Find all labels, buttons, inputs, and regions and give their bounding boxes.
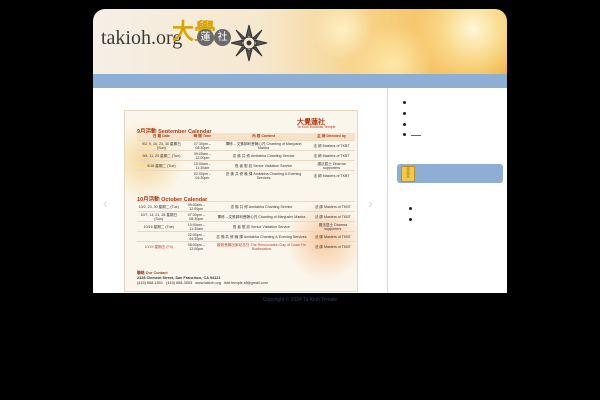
contact-phone: (415) 668-1801 <box>137 281 163 285</box>
date-cell: 9/18 星期二 (Tue) <box>137 160 186 171</box>
content-cell: 長 者 慰 訪 Senior Visitation Service <box>219 160 309 171</box>
table-row: 10/16 星期二 (Tue) 10:00am – 11:30am 長 者 慰 … <box>137 221 355 232</box>
date-cell: 9/4, 11, 25 星期二 (Tue) <box>137 150 186 161</box>
sidebar-widget[interactable]: ≡ ≡ ≡ <box>397 164 503 183</box>
director-cell: 法 師 Masters of TKBT <box>308 140 355 151</box>
col-time: 時 間 Time <box>185 133 220 141</box>
table-row: 10/2, 23, 30 星期二 (Tue) 09:00am – 12:00pm… <box>137 201 355 212</box>
table-row: 10/19 星期五 (Fri) 08:00pm – 12:00pm 觀音菩薩出家… <box>137 241 355 251</box>
time-cell: 10:00am – 11:30am <box>185 160 220 171</box>
director-cell: 護法居士 Dharma supporters <box>308 160 355 171</box>
director-cell: 法 師 Masters of TKBT <box>310 241 355 251</box>
content-cell: 觀音菩薩出家紀念日 The Renunciation Day of Guan Y… <box>212 241 311 251</box>
content-cell: 長 者 慰 訪 Senior Visitation Service <box>212 221 311 232</box>
date-cell: 9/2, 9, 16, 23, 30 星期日 (Sun) <box>137 140 186 151</box>
content-cell: 念 佛 共 修 晚 課 Amitabha Chanting & Evening … <box>212 231 311 242</box>
footer-copyright: Copyright © 2024 Ta Kioh Temple <box>262 297 338 303</box>
table-row: 9/18 星期二 (Tue) 10:00am – 11:30am 長 者 慰 訪… <box>137 160 355 171</box>
time-cell: 02:00pm – 04:30pm <box>180 231 213 242</box>
sidebar-list-item[interactable] <box>403 112 406 115</box>
table-row: 9/2, 9, 16, 23, 30 星期日 (Sun) 07:30pm – 0… <box>137 140 355 151</box>
sidebar-list-item[interactable] <box>403 123 406 126</box>
director-cell: 法 師 Masters of TKBT <box>310 231 355 242</box>
sidebar-list-item[interactable] <box>409 207 412 210</box>
time-cell: 09:00am – 12:00pm <box>180 201 213 212</box>
temple-logo-subtitle: Ta Kioh Buddhist Temple <box>297 125 336 129</box>
sidebar-list-item[interactable] <box>403 133 406 136</box>
contact-email: tkbt.temple.sf@gmail.com <box>224 281 268 285</box>
time-cell: 10:00am – 11:30am <box>180 221 213 232</box>
table-row: 02:00pm – 04:30pm 念 佛 共 修 晚 課 Amitabha C… <box>137 170 355 180</box>
table-row: 10/7, 14, 21, 28 星期日 (Sun) 07:30pm – 08:… <box>137 211 355 222</box>
time-cell: 08:00pm – 12:00pm <box>180 241 213 251</box>
table-row: 02:00pm – 04:30pm 念 佛 共 修 晚 課 Amitabha C… <box>137 231 355 242</box>
content-cell: 念 佛 共 修 Amitabha Chanting Service <box>212 201 311 212</box>
date-cell <box>137 170 186 180</box>
sidebar-link[interactable] <box>411 135 421 136</box>
time-cell: 02:00pm – 04:30pm <box>185 170 220 180</box>
seal-icon: 社 <box>214 29 231 46</box>
director-cell: 法 師 Masters of TKBT <box>310 211 355 222</box>
contact-block: 聯絡 Our Contact 2328 Clement Street, San … <box>137 271 268 286</box>
contact-fax: (415) 668-3953 <box>166 281 193 285</box>
content-cell: 念 佛 共 修 Amitabha Chanting Service <box>219 150 309 161</box>
sidebar-list-item[interactable] <box>409 218 412 221</box>
contact-web: www.takioh.org <box>195 281 222 285</box>
calendar-slide[interactable]: 大覺蓮社 Ta Kioh Buddhist Temple 9月活動 Septem… <box>124 110 358 292</box>
nav-bar <box>93 74 507 88</box>
september-table: 日 期 Date 時 間 Time 內 容 Content 主 持 Direct… <box>137 133 355 180</box>
content-cell: 禪修 – 文殊師利菩薩心咒 Chanting of Manjushri Mant… <box>212 211 311 222</box>
director-cell: 護法居士 Dharma supporters <box>310 221 355 232</box>
date-cell: 10/7, 14, 21, 28 星期日 (Sun) <box>137 211 181 222</box>
slider-prev-button[interactable]: ‹ <box>103 195 108 211</box>
dharma-wheel-icon <box>230 24 268 62</box>
content-cell: 禪修 – 文殊師利菩薩心咒 Chanting of Manjushri Mant… <box>219 140 309 151</box>
date-cell <box>137 231 181 242</box>
time-cell: 07:30pm – 08:30pm <box>185 140 220 151</box>
time-cell: 09:00am – 12:00pm <box>185 150 220 161</box>
document-icon: ≡ ≡ ≡ <box>401 166 415 182</box>
date-cell: 10/19 星期五 (Fri) <box>137 241 181 251</box>
col-content: 內 容 Content <box>219 133 309 141</box>
sidebar-divider <box>387 88 388 293</box>
date-cell: 10/16 星期二 (Tue) <box>137 221 181 232</box>
time-cell: 07:30pm – 08:30pm <box>180 211 213 222</box>
director-cell: 法 師 Masters of TKBT <box>308 170 355 180</box>
director-cell: 法 師 Masters of TKBT <box>308 150 355 161</box>
slider-next-button[interactable]: › <box>368 195 373 211</box>
site-logo[interactable]: takioh.org <box>101 27 182 50</box>
seal-icon: 蓮 <box>197 29 214 46</box>
october-table: 10/2, 23, 30 星期二 (Tue) 09:00am – 12:00pm… <box>137 201 355 251</box>
content-cell: 念 佛 共 修 晚 課 Amitabha Chanting & Evening … <box>219 170 309 180</box>
director-cell: 法 師 Masters of TKBT <box>310 201 355 212</box>
sidebar-list-item[interactable] <box>403 101 406 104</box>
col-directed-by: 主 持 Directed by <box>308 133 355 141</box>
date-cell: 10/2, 23, 30 星期二 (Tue) <box>137 201 181 212</box>
col-date: 日 期 Date <box>137 133 186 141</box>
table-row: 9/4, 11, 25 星期二 (Tue) 09:00am – 12:00pm … <box>137 150 355 161</box>
